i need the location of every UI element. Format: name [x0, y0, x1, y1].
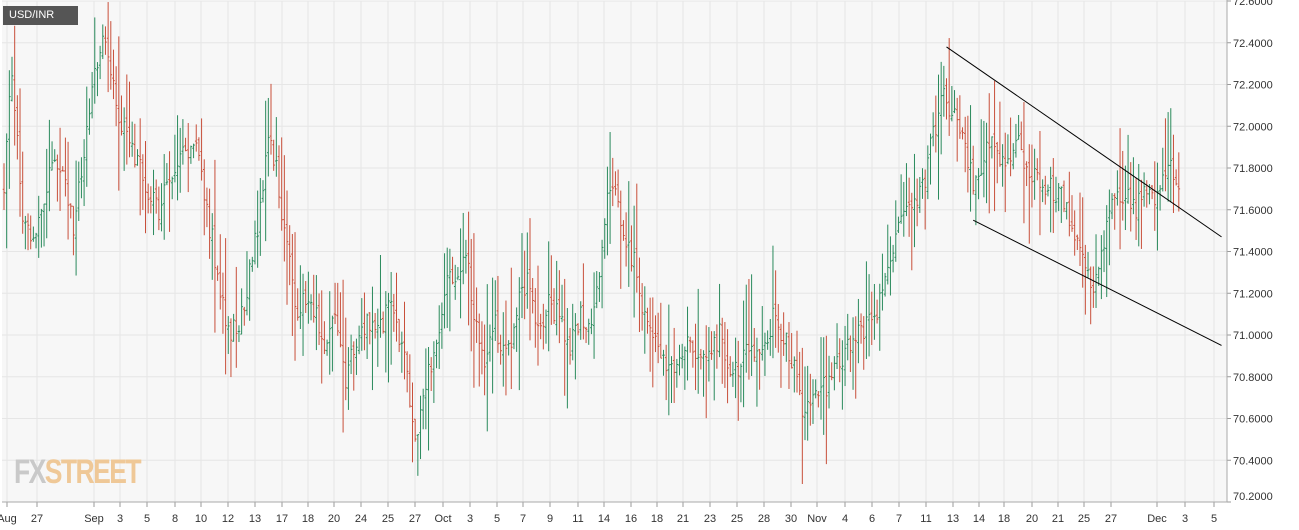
usd-inr-ohlc-chart: 72.6000 72.4000 72.2000 72.0000 71.8000 71.60…	[0, 0, 1273, 525]
x-tick-label: 3	[1182, 513, 1188, 525]
y-tick-label: 70.6000	[1233, 414, 1273, 426]
y-tick-label: 71.0000	[1233, 330, 1273, 342]
x-tick-label: Nov	[807, 513, 827, 525]
x-tick-label: 21	[1052, 513, 1064, 525]
x-tick-label: 30	[785, 513, 797, 525]
watermark-fx: FX	[14, 453, 46, 491]
x-tick-label: 7	[896, 513, 902, 525]
x-tick-label: 3	[117, 513, 123, 525]
y-tick-label: 70.4000	[1233, 455, 1273, 467]
x-tick-label: 14	[598, 513, 610, 525]
x-tick-label: 12	[222, 513, 234, 525]
y-tick-label: 72.2000	[1233, 80, 1273, 92]
x-tick-label: Oct	[434, 513, 451, 525]
x-tick-label: 23	[704, 513, 716, 525]
x-tick-label: 16	[625, 513, 637, 525]
x-tick-label: Sep	[84, 513, 104, 525]
y-tick-label: 72.0000	[1233, 121, 1273, 133]
x-tick-label: 13	[947, 513, 959, 525]
y-tick-label: 72.4000	[1233, 38, 1273, 50]
x-tick-label: 18	[651, 513, 663, 525]
y-tick-label: 70.8000	[1233, 372, 1273, 384]
x-tick-label: 21	[677, 513, 689, 525]
x-tick-label: 5	[494, 513, 500, 525]
x-tick-label: 27	[31, 513, 43, 525]
x-tick-label: 27	[1105, 513, 1117, 525]
y-tick-label: 70.2000	[1233, 491, 1273, 503]
x-tick-label: 8	[172, 513, 178, 525]
y-tick-label: 71.2000	[1233, 288, 1273, 300]
x-tick-label: Aug	[0, 513, 17, 525]
y-tick-label: 71.8000	[1233, 163, 1273, 175]
x-tick-label: 18	[998, 513, 1010, 525]
y-tick-label: 71.6000	[1233, 205, 1273, 217]
x-tick-label: 7	[520, 513, 526, 525]
x-tick-label: 28	[758, 513, 770, 525]
x-tick-label: 20	[1026, 513, 1038, 525]
y-tick-label: 71.4000	[1233, 247, 1273, 259]
x-tick-label: 25	[382, 513, 394, 525]
x-tick-label: 18	[302, 513, 314, 525]
x-tick-label: 5	[144, 513, 150, 525]
x-tick-label: Dec	[1147, 513, 1167, 525]
x-tick-label: 9	[547, 513, 553, 525]
x-tick-label: 11	[572, 513, 583, 525]
x-tick-label: 3	[467, 513, 473, 525]
x-tick-label: 20	[328, 513, 340, 525]
x-tick-label: 13	[249, 513, 261, 525]
x-tick-label: 25	[731, 513, 743, 525]
chart-stage: 72.6000 72.4000 72.2000 72.0000 71.8000 71.60…	[0, 0, 1299, 530]
x-tick-label: 14	[973, 513, 985, 525]
x-tick-label: 17	[276, 513, 288, 525]
watermark-street: STREET	[44, 453, 142, 491]
symbol-badge: USD/INR	[3, 6, 78, 25]
x-tick-label: 6	[869, 513, 875, 525]
x-tick-label: 27	[409, 513, 421, 525]
x-tick-label: 24	[355, 513, 367, 525]
x-tick-label: 11	[920, 513, 931, 525]
y-tick-label: 72.6000	[1233, 0, 1273, 8]
x-tick-label: 5	[1211, 513, 1217, 525]
x-tick-label: 10	[195, 513, 207, 525]
x-tick-label: 25	[1078, 513, 1090, 525]
fxstreet-watermark: FXSTREET	[14, 452, 142, 492]
x-tick-label: 4	[842, 513, 848, 525]
